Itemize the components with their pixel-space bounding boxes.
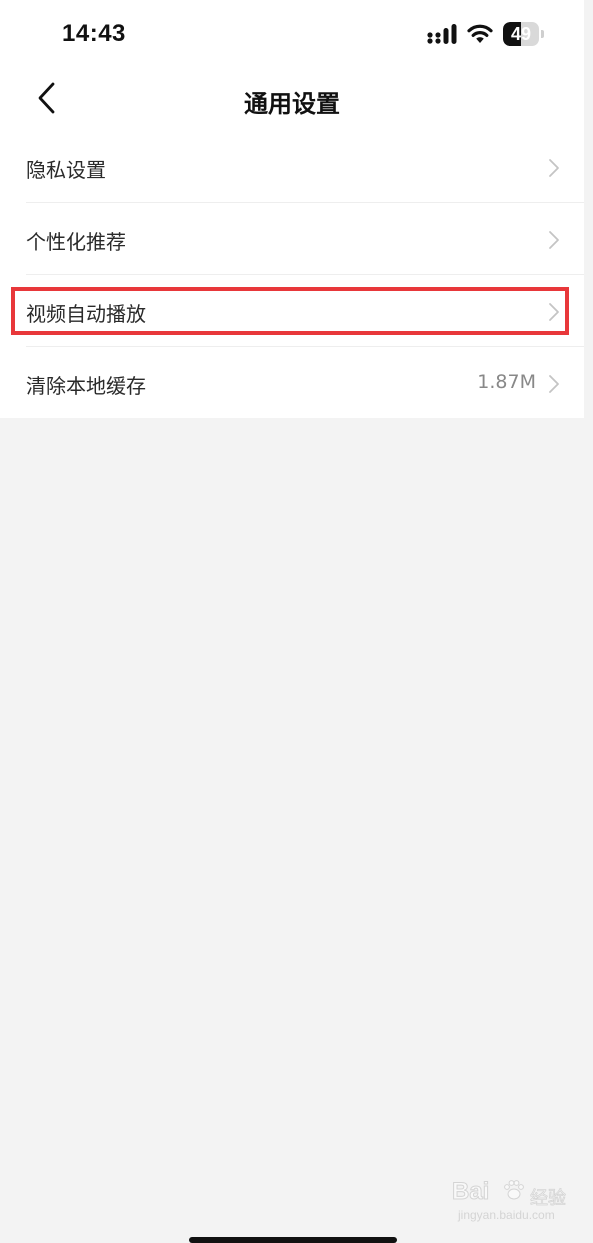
paw-icon (504, 1180, 524, 1200)
divider (26, 346, 584, 347)
status-time: 14:43 (62, 20, 126, 47)
cellular-signal-icon (427, 24, 457, 44)
home-indicator[interactable] (189, 1237, 397, 1243)
chevron-right-icon (549, 303, 559, 321)
watermark-brand: Bai (451, 1178, 490, 1206)
screen-edge (584, 0, 593, 1241)
wifi-icon (467, 24, 493, 43)
settings-item-personalized-recommendation[interactable]: 个性化推荐 (0, 204, 584, 275)
chevron-right-icon (549, 375, 559, 393)
chevron-right-icon (549, 159, 559, 177)
settings-item-label: 个性化推荐 (26, 230, 126, 254)
divider (26, 274, 584, 275)
battery-tip (541, 30, 544, 38)
battery-level: 49 (510, 24, 532, 44)
chevron-right-icon (549, 231, 559, 249)
battery-icon: 49 (503, 22, 545, 46)
watermark-logo: Bai 经验 jingyan.baidu.com (451, 1178, 572, 1228)
page-title: 通用设置 (244, 90, 340, 118)
watermark-url: jingyan.baidu.com (458, 1208, 555, 1222)
settings-item-label: 视频自动播放 (26, 302, 146, 326)
settings-list: 隐私设置 个性化推荐 视频自动播放 清除本地缓存 1.87M (0, 132, 584, 418)
settings-item-clear-cache[interactable]: 清除本地缓存 1.87M (0, 348, 584, 419)
settings-item-label: 清除本地缓存 (26, 374, 146, 398)
settings-item-label: 隐私设置 (26, 158, 106, 182)
nav-bar: 通用设置 (0, 66, 584, 132)
divider (26, 202, 584, 203)
watermark-subtitle: 经验 (530, 1188, 567, 1210)
settings-item-privacy[interactable]: 隐私设置 (0, 132, 584, 203)
battery-body: 49 (503, 22, 539, 46)
settings-item-video-autoplay[interactable]: 视频自动播放 (0, 276, 584, 347)
cache-size-value: 1.87M (477, 371, 536, 393)
status-bar: 14:43 49 (0, 0, 584, 66)
